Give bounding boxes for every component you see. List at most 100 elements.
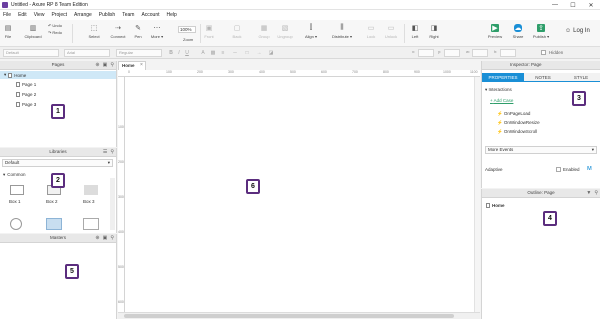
menu-team[interactable]: Team — [122, 12, 134, 18]
undo-button[interactable]: ↶ Undo — [48, 23, 62, 28]
menu-icon[interactable]: ☰ — [103, 148, 107, 156]
zoom-input[interactable]: 100% — [178, 26, 196, 33]
axure-window: Untitled - Axure RP 8 Team Edition — ☐ ✕… — [0, 0, 600, 319]
login-button[interactable]: ☺ Log In — [565, 28, 590, 34]
event-onwindowresize[interactable]: ⚡ OnWindowResize — [497, 120, 540, 126]
select-label: Select — [88, 34, 100, 39]
unlock-button[interactable]: ▭ Unlock — [382, 22, 400, 45]
align-button[interactable]: ⫿ Align ▾ — [302, 22, 320, 45]
event-onwindowscroll[interactable]: ⚡ OnWindowScroll — [497, 129, 537, 135]
add-page-icon[interactable]: ⊕ — [95, 61, 99, 69]
add-master-icon[interactable]: ⊕ — [95, 234, 99, 242]
menu-publish[interactable]: Publish — [99, 12, 115, 18]
select-button[interactable]: ⬚ Select — [86, 22, 102, 45]
hidden-checkbox[interactable] — [541, 50, 546, 55]
preview-button[interactable]: ▶ Preview — [486, 22, 504, 45]
y-input[interactable] — [444, 49, 460, 57]
box-3-widget[interactable] — [84, 185, 98, 195]
group-button[interactable]: ▦ Group — [256, 22, 272, 45]
close-button[interactable]: ✕ — [582, 0, 600, 10]
ellipse-widget-icon[interactable] — [10, 218, 22, 230]
font-select[interactable]: Arial — [64, 49, 110, 57]
distribute-button[interactable]: ⫼ Distribute ▾ — [328, 22, 356, 45]
page-item-home[interactable]: ▾ Home — [0, 71, 116, 79]
connect-button[interactable]: ⇢ Connect — [106, 22, 130, 45]
front-button[interactable]: ▣ Front — [202, 22, 216, 45]
search-icon[interactable]: ⚲ — [110, 148, 114, 156]
bring-front-icon: ▣ — [205, 25, 213, 32]
close-tab-icon[interactable]: × — [140, 62, 143, 68]
menu-file[interactable]: File — [3, 12, 11, 18]
right-panel-toggle[interactable]: ◨ Right — [426, 22, 442, 45]
chevron-down-icon: ▾ — [485, 87, 488, 92]
menu-project[interactable]: Project — [51, 12, 67, 18]
page-item-1[interactable]: Page 1 — [16, 82, 36, 87]
connector-icon: ⇢ — [115, 25, 121, 32]
h-input[interactable] — [500, 49, 516, 57]
lock-button[interactable]: ▭ Lock — [364, 22, 378, 45]
interactions-label: Interactions — [488, 87, 512, 92]
menu-edit[interactable]: Edit — [18, 12, 27, 18]
style-select[interactable]: Default — [3, 49, 59, 57]
tab-properties[interactable]: PROPERTIES — [482, 73, 524, 82]
more-tools-button[interactable]: ⋯ More ▾ — [148, 22, 166, 45]
search-icon[interactable]: ⚲ — [110, 61, 114, 69]
bold-icon[interactable]: B — [168, 50, 174, 56]
fill-color-icon[interactable]: ▩ — [210, 50, 216, 56]
canvas-horizontal-scrollbar[interactable] — [118, 312, 480, 319]
libraries-panel: Libraries ☰ ⚲ Default ▾ ▾ Common Box 1 B… — [0, 148, 117, 233]
image-widget-icon[interactable] — [46, 218, 62, 230]
pen-button[interactable]: ✎ Pen — [132, 22, 144, 45]
tab-style[interactable]: STYLE — [562, 73, 600, 82]
outline-item-home[interactable]: Home — [486, 203, 505, 208]
line-style-icon[interactable]: ─ — [232, 50, 238, 56]
library-scrollbar[interactable] — [110, 178, 115, 230]
placeholder-widget-icon[interactable] — [83, 218, 99, 230]
weight-select[interactable]: Regular — [116, 49, 162, 57]
tab-notes[interactable]: NOTES — [524, 73, 562, 82]
x-input[interactable] — [418, 49, 434, 57]
underline-icon[interactable]: U — [184, 50, 190, 56]
ruler-label: 200 — [197, 70, 203, 74]
publish-button[interactable]: ⇪ Publish ▾ — [530, 22, 552, 45]
interactions-section[interactable]: ▾ Interactions — [485, 87, 512, 93]
design-canvas[interactable] — [125, 77, 480, 312]
arrow-style-icon[interactable]: → — [256, 50, 262, 56]
lock-icon: ▭ — [367, 25, 375, 32]
search-icon[interactable]: ⚲ — [594, 189, 598, 197]
clipboard-button[interactable]: ▥ Clipboard — [22, 22, 44, 45]
menu-view[interactable]: View — [34, 12, 45, 18]
menu-account[interactable]: Account — [141, 12, 159, 18]
maximize-button[interactable]: ☐ — [564, 0, 582, 10]
back-button[interactable]: ▢ Back — [230, 22, 244, 45]
ungroup-button[interactable]: ▧ Ungroup — [274, 22, 296, 45]
page-item-2[interactable]: Page 2 — [16, 92, 36, 97]
file-button[interactable]: ▤ File — [2, 22, 14, 45]
menu-help[interactable]: Help — [167, 12, 177, 18]
library-select[interactable]: Default ▾ — [2, 159, 113, 167]
add-folder-icon[interactable]: ▣ — [103, 61, 108, 69]
library-section-common[interactable]: ▾ Common — [3, 172, 26, 178]
w-input[interactable] — [472, 49, 488, 57]
share-button[interactable]: ☁ Share — [510, 22, 526, 45]
text-color-icon[interactable]: A — [200, 50, 206, 56]
italic-icon[interactable]: I — [176, 50, 182, 56]
box-1-widget[interactable] — [10, 185, 24, 195]
align-text-left-icon[interactable]: ≡ — [220, 50, 226, 56]
add-folder-icon[interactable]: ▣ — [103, 234, 108, 242]
left-panel-toggle[interactable]: ◧ Left — [408, 22, 422, 45]
menu-arrange[interactable]: Arrange — [74, 12, 92, 18]
shadow-icon[interactable]: ◪ — [268, 50, 274, 56]
more-events-select[interactable]: More Events ▾ — [485, 146, 597, 154]
page-item-3[interactable]: Page 3 — [16, 102, 36, 107]
redo-button[interactable]: ↷ Redo — [48, 30, 62, 35]
filter-icon[interactable]: ▼ — [586, 189, 591, 197]
search-icon[interactable]: ⚲ — [110, 234, 114, 242]
minimize-button[interactable]: — — [546, 0, 564, 10]
canvas-vertical-scrollbar[interactable] — [474, 77, 480, 312]
scrollbar-thumb[interactable] — [124, 314, 454, 318]
event-onpageload[interactable]: ⚡ OnPageLoad — [497, 111, 530, 117]
add-case-link[interactable]: + Add Case — [490, 98, 513, 103]
enabled-checkbox[interactable] — [556, 167, 561, 172]
border-icon[interactable]: □ — [244, 50, 250, 56]
